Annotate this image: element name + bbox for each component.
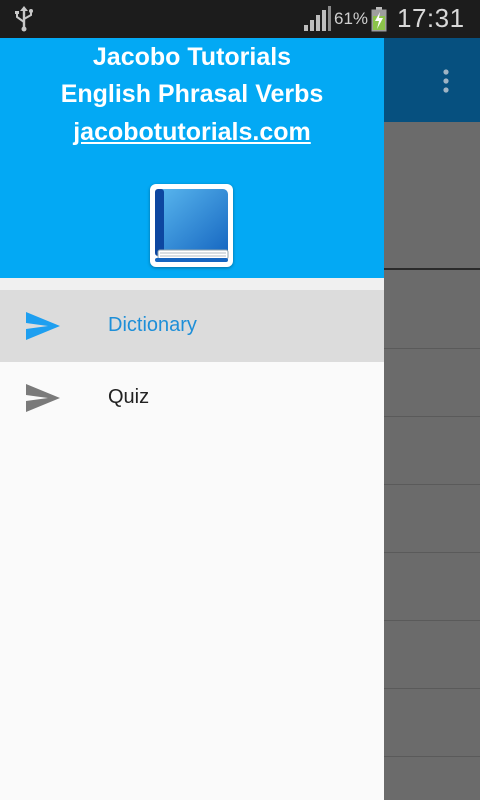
divider	[384, 484, 480, 485]
divider	[384, 620, 480, 621]
usb-icon	[15, 6, 33, 32]
drawer-item-quiz[interactable]: Quiz	[0, 362, 384, 434]
signal-icon	[304, 6, 331, 31]
drawer-header: Jacobo Tutorials English Phrasal Verbs j…	[0, 38, 384, 278]
drawer-item-label: Quiz	[108, 386, 150, 408]
header-divider	[0, 278, 384, 290]
book-icon	[155, 189, 229, 262]
overflow-menu-icon[interactable]	[436, 68, 456, 96]
app-logo	[150, 184, 233, 267]
drawer-item-label: Dictionary	[108, 314, 197, 336]
drawer-item-dictionary[interactable]: Dictionary	[0, 290, 384, 362]
divider	[384, 348, 480, 349]
website-link[interactable]: jacobotutorials.com	[0, 118, 384, 147]
divider	[384, 552, 480, 553]
battery-charging-icon	[371, 7, 387, 32]
header-title: Jacobo Tutorials	[92, 43, 292, 71]
send-icon	[26, 312, 60, 340]
status-bar: 61% 17:31	[0, 0, 480, 38]
battery-percent: 61%	[334, 9, 369, 28]
navigation-drawer: Jacobo Tutorials English Phrasal Verbs j…	[0, 38, 384, 800]
header-subtitle: English Phrasal Verbs	[60, 80, 324, 108]
divider	[384, 416, 480, 417]
send-icon	[26, 384, 60, 412]
clock: 17:31	[397, 3, 465, 33]
divider	[384, 688, 480, 689]
divider	[384, 756, 480, 757]
divider	[384, 268, 480, 270]
